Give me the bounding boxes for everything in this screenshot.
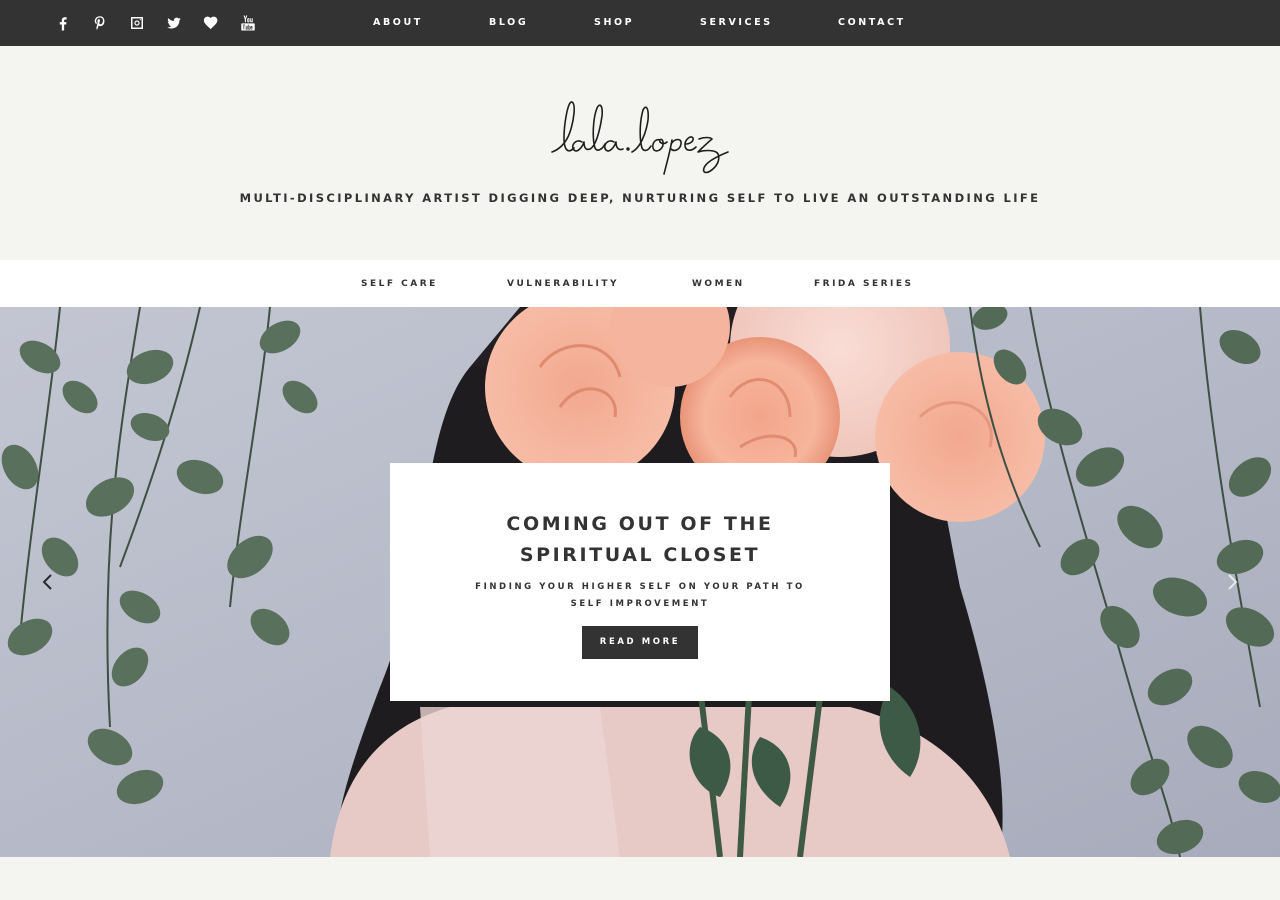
slider-prev-arrow[interactable] xyxy=(36,570,60,594)
slider-next-arrow[interactable] xyxy=(1220,570,1244,594)
site-tagline: MULTI-DISCIPLINARY ARTIST DIGGING DEEP, … xyxy=(239,191,1041,205)
nav-about[interactable]: ABOUT xyxy=(373,17,423,28)
category-nav: SELF CARE VULNERABILITY WOMEN FRIDA SERI… xyxy=(0,260,1280,307)
hero-subtitle-line1: FINDING YOUR HIGHER SELF ON YOUR PATH TO xyxy=(475,582,805,592)
category-frida-series[interactable]: FRIDA SERIES xyxy=(814,279,914,289)
hero-title-line2: SPIRITUAL CLOSET xyxy=(519,544,761,566)
category-vulnerability[interactable]: VULNERABILITY xyxy=(507,279,619,289)
hero-card: COMING OUT OF THE SPIRITUAL CLOSET FINDI… xyxy=(390,463,890,701)
page-below-fold xyxy=(0,857,1280,900)
chevron-right-icon xyxy=(1228,574,1238,590)
category-women[interactable]: WOMEN xyxy=(692,279,745,289)
hero-slider: COMING OUT OF THE SPIRITUAL CLOSET FINDI… xyxy=(0,307,1280,857)
hero-subtitle: FINDING YOUR HIGHER SELF ON YOUR PATH TO… xyxy=(450,579,830,613)
nav-services[interactable]: SERVICES xyxy=(700,17,773,28)
read-more-button[interactable]: READ MORE xyxy=(582,626,698,659)
nav-blog[interactable]: BLOG xyxy=(489,17,528,28)
site-logo[interactable] xyxy=(548,94,732,178)
nav-contact[interactable]: CONTACT xyxy=(838,17,906,28)
nav-shop[interactable]: SHOP xyxy=(594,17,634,28)
hero-title-line1: COMING OUT OF THE xyxy=(506,513,774,535)
hero-title[interactable]: COMING OUT OF THE SPIRITUAL CLOSET xyxy=(390,509,890,571)
site-header: MULTI-DISCIPLINARY ARTIST DIGGING DEEP, … xyxy=(0,46,1280,260)
category-self-care[interactable]: SELF CARE xyxy=(361,279,438,289)
main-nav: ABOUT BLOG SHOP SERVICES CONTACT xyxy=(0,0,1280,46)
chevron-left-icon xyxy=(42,574,52,590)
hero-subtitle-line2: SELF IMPROVEMENT xyxy=(570,599,710,609)
top-bar: ABOUT BLOG SHOP SERVICES CONTACT xyxy=(0,0,1280,46)
